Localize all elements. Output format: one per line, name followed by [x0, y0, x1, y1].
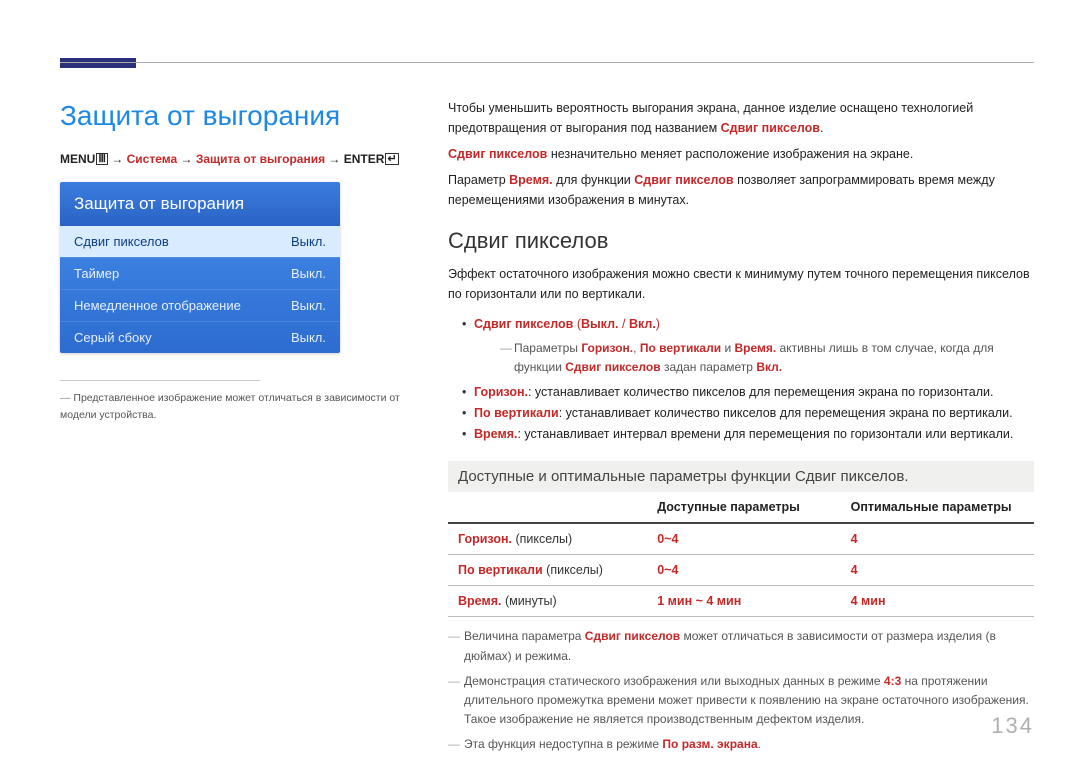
- osd-row-label: Немедленное отображение: [74, 298, 241, 313]
- osd-row-value: Выкл.: [291, 234, 326, 249]
- enter-icon: ↵: [385, 153, 398, 165]
- osd-row-timer[interactable]: Таймер Выкл.: [60, 257, 340, 289]
- table-row: Время. (минуты) 1 мин ~ 4 мин 4 мин: [448, 586, 1034, 617]
- section-desc: Эффект остаточного изображения можно све…: [448, 264, 1034, 304]
- bullet-pixel-shift: Сдвиг пикселов (Выкл. / Вкл.) Параметры …: [448, 314, 1034, 378]
- footnote-3: Эта функция недоступна в режиме По разм.…: [448, 735, 1034, 754]
- header-bar-accent: [60, 58, 136, 68]
- menu-icon: Ⅲ: [96, 153, 108, 165]
- panel-footnote: ― Представленное изображение может отлич…: [60, 390, 406, 424]
- osd-row-value: Выкл.: [291, 330, 326, 345]
- section-title-pixel-shift: Сдвиг пикселов: [448, 228, 1034, 254]
- th-optimal: Оптимальные параметры: [841, 492, 1034, 523]
- subnote-params-active: Параметры Горизон., По вертикали и Время…: [500, 339, 1034, 377]
- table-row: Горизон. (пикселы) 0~4 4: [448, 523, 1034, 555]
- page-number: 134: [991, 713, 1034, 739]
- osd-menu-header: Защита от выгорания: [60, 182, 340, 226]
- table-row: По вертикали (пикселы) 0~4 4: [448, 555, 1034, 586]
- osd-row-label: Сдвиг пикселов: [74, 234, 169, 249]
- bullet-horizontal: Горизон.: устанавливает количество пиксе…: [448, 382, 1034, 403]
- breadcrumb-enter: ENTER: [344, 152, 385, 166]
- osd-menu-panel: Защита от выгорания Сдвиг пикселов Выкл.…: [60, 182, 340, 353]
- content-column: Чтобы уменьшить вероятность выгорания эк…: [448, 98, 1034, 761]
- footnote-2: Демонстрация статического изображения ил…: [448, 672, 1034, 730]
- osd-row-label: Таймер: [74, 266, 119, 281]
- th-name: [448, 492, 647, 523]
- bullet-list: Сдвиг пикселов (Выкл. / Вкл.) Параметры …: [448, 314, 1034, 445]
- osd-row-value: Выкл.: [291, 298, 326, 313]
- osd-row-side-gray[interactable]: Серый сбоку Выкл.: [60, 321, 340, 353]
- dash-icon: ―: [60, 392, 73, 404]
- intro-block: Чтобы уменьшить вероятность выгорания эк…: [448, 98, 1034, 210]
- params-table-title: Доступные и оптимальные параметры функци…: [448, 461, 1034, 492]
- bullet-time: Время.: устанавливает интервал времени д…: [448, 424, 1034, 445]
- osd-row-immediate-display[interactable]: Немедленное отображение Выкл.: [60, 289, 340, 321]
- footnotes: Величина параметра Сдвиг пикселов может …: [448, 627, 1034, 754]
- breadcrumb-arrow: →: [111, 152, 126, 166]
- intro-p3: Параметр Время. для функции Сдвиг пиксел…: [448, 170, 1034, 210]
- breadcrumb-arrow: →: [180, 152, 195, 166]
- page-title: Защита от выгорания: [60, 100, 340, 132]
- intro-p2: Сдвиг пикселов незначительно меняет расп…: [448, 144, 1034, 164]
- breadcrumb-arrow: →: [328, 152, 343, 166]
- intro-p1: Чтобы уменьшить вероятность выгорания эк…: [448, 98, 1034, 138]
- breadcrumb: MENUⅢ → Система → Защита от выгорания → …: [60, 152, 399, 166]
- table-header-row: Доступные параметры Оптимальные параметр…: [448, 492, 1034, 523]
- footnote-rule: [60, 380, 260, 381]
- params-table: Доступные параметры Оптимальные параметр…: [448, 492, 1034, 617]
- osd-row-pixel-shift[interactable]: Сдвиг пикселов Выкл.: [60, 226, 340, 257]
- breadcrumb-screen-burn: Защита от выгорания: [196, 152, 325, 166]
- footnote-1: Величина параметра Сдвиг пикселов может …: [448, 627, 1034, 665]
- osd-row-label: Серый сбоку: [74, 330, 152, 345]
- breadcrumb-system: Система: [127, 152, 178, 166]
- osd-row-value: Выкл.: [291, 266, 326, 281]
- breadcrumb-menu: MENU: [60, 152, 95, 166]
- panel-footnote-text: Представленное изображение может отличат…: [60, 392, 400, 421]
- th-available: Доступные параметры: [647, 492, 840, 523]
- header-rule: [60, 62, 1034, 63]
- osd-menu-body: Сдвиг пикселов Выкл. Таймер Выкл. Немедл…: [60, 226, 340, 353]
- bullet-vertical: По вертикали: устанавливает количество п…: [448, 403, 1034, 424]
